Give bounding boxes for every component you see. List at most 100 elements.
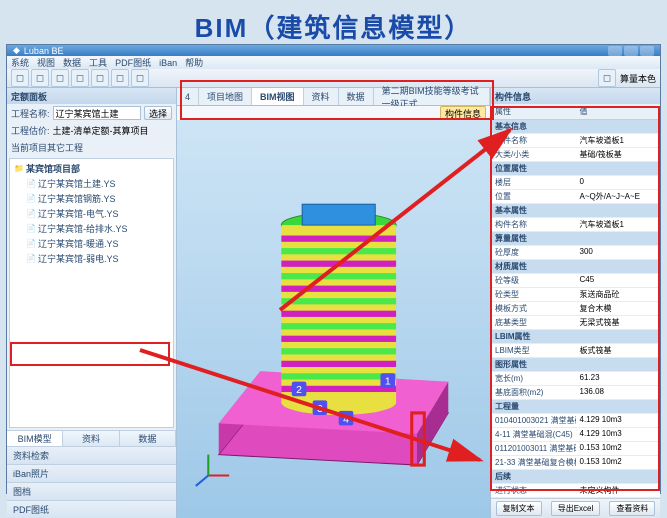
property-row[interactable]: 宽长(m)61.23: [491, 372, 660, 386]
property-row[interactable]: 基底面积(m2)136.08: [491, 386, 660, 400]
property-value: [576, 400, 661, 413]
property-row[interactable]: 底基类型无梁式筏基: [491, 316, 660, 330]
menu-item[interactable]: PDF图纸: [115, 56, 151, 69]
toolbar-button[interactable]: [11, 69, 29, 87]
property-row[interactable]: 工程量: [491, 400, 660, 414]
property-value: 汽车坡道板1: [576, 134, 661, 147]
property-value: 61.23: [576, 372, 661, 385]
property-key: 工程量: [491, 400, 576, 413]
property-row[interactable]: 砼等级C45: [491, 274, 660, 288]
property-row[interactable]: 21-33 满堂基础复合模板木支撑0.153 10m2: [491, 456, 660, 470]
toolbar-label: 算量本色: [620, 72, 656, 85]
quota-label: 工程估价:: [11, 124, 50, 137]
property-row[interactable]: 4-11 满堂基础混(C45)4.129 10m3: [491, 428, 660, 442]
menu-item[interactable]: 视图: [37, 56, 55, 69]
copy-text-button[interactable]: 复制文本: [496, 501, 542, 516]
tree-item[interactable]: 辽宁某宾馆钢筋.YS: [12, 191, 171, 206]
tab-material[interactable]: 资料: [63, 431, 119, 446]
3d-viewport[interactable]: 2 3 4 1: [177, 120, 490, 518]
toolbar-button[interactable]: [51, 69, 69, 87]
minimize-button[interactable]: [608, 46, 622, 56]
window-title: Luban BE: [24, 46, 64, 56]
property-row[interactable]: 算量属性: [491, 232, 660, 246]
menu-item[interactable]: 帮助: [185, 56, 203, 69]
close-button[interactable]: [640, 46, 654, 56]
view-tab[interactable]: 资料: [304, 88, 339, 105]
tab-data[interactable]: 数据: [120, 431, 176, 446]
property-row[interactable]: 011201003011 满堂基础复合模0.153 10m2: [491, 442, 660, 456]
tree-item[interactable]: 辽宁某宾馆-弱电.YS: [12, 251, 171, 266]
menu-item[interactable]: 系统: [11, 56, 29, 69]
property-row[interactable]: 大类/小类基础/筏板基: [491, 148, 660, 162]
tree-root[interactable]: 某宾馆项目部: [12, 161, 171, 176]
property-row[interactable]: 砼厚度300: [491, 246, 660, 260]
property-row[interactable]: LBIM类型板式筏基: [491, 344, 660, 358]
tree-item[interactable]: 辽宁某宾馆土建.YS: [12, 176, 171, 191]
tab-prefix[interactable]: 4: [177, 88, 199, 105]
property-row[interactable]: 基本属性: [491, 204, 660, 218]
view-material-button[interactable]: 查看资料: [609, 501, 655, 516]
svg-text:2: 2: [296, 385, 302, 396]
tree-item[interactable]: 辽宁某宾馆-给排水.YS: [12, 221, 171, 236]
property-key: 011201003011 满堂基础复合模: [491, 442, 576, 455]
property-row[interactable]: 构件名称汽车坡道板1: [491, 218, 660, 232]
property-row[interactable]: 楼层0: [491, 176, 660, 190]
side-section[interactable]: 图档: [7, 482, 176, 500]
color-button[interactable]: [598, 69, 616, 87]
property-row[interactable]: 位置A~Q外/A~J~A~E: [491, 190, 660, 204]
side-section[interactable]: iBan照片: [7, 464, 176, 482]
expand-label[interactable]: 当前项目其它工程: [7, 139, 176, 156]
menubar: 系统 视图 数据 工具 PDF图纸 iBan 帮助: [7, 56, 660, 69]
project-tree[interactable]: 某宾馆项目部 辽宁某宾馆土建.YS 辽宁某宾馆钢筋.YS 辽宁某宾馆-电气.YS…: [9, 158, 174, 428]
property-value: C45: [576, 274, 661, 287]
property-row[interactable]: 位置属性: [491, 162, 660, 176]
side-section[interactable]: 资料检索: [7, 446, 176, 464]
side-section[interactable]: PDF图纸: [7, 500, 176, 518]
left-bottom-tabs: BIM模型 资料 数据: [7, 430, 176, 446]
property-key: 位置属性: [491, 162, 576, 175]
property-key: 模板方式: [491, 302, 576, 315]
view-tab[interactable]: 数据: [339, 88, 374, 105]
toolbar-button[interactable]: [131, 69, 149, 87]
property-row[interactable]: 砼类型泵送商品砼: [491, 288, 660, 302]
property-key: 砼类型: [491, 288, 576, 301]
toolbar-button[interactable]: [111, 69, 129, 87]
property-row[interactable]: 010401003021 满堂基础底砼4.129 10m3: [491, 414, 660, 428]
toolbar-button[interactable]: [91, 69, 109, 87]
tree-item[interactable]: 辽宁某宾馆-电气.YS: [12, 206, 171, 221]
view-tab[interactable]: 项目地图: [199, 88, 252, 105]
property-row[interactable]: 基本信息: [491, 120, 660, 134]
tree-item[interactable]: 辽宁某宾馆-暖通.YS: [12, 236, 171, 251]
select-button[interactable]: 选择: [144, 106, 172, 120]
component-info-badge[interactable]: 构件信息: [440, 106, 486, 121]
property-row[interactable]: LBIM属性: [491, 330, 660, 344]
view-tab-bim[interactable]: BIM视图: [252, 88, 304, 105]
toolbar-button[interactable]: [71, 69, 89, 87]
project-name-input[interactable]: [53, 106, 141, 120]
property-key: 材质属性: [491, 260, 576, 273]
property-grid[interactable]: 属性 值 基本信息构件名称汽车坡道板1大类/小类基础/筏板基位置属性楼层0位置A…: [491, 104, 660, 498]
property-value: 汽车坡道板1: [576, 218, 661, 231]
export-excel-button[interactable]: 导出Excel: [551, 501, 601, 516]
toolbar-button[interactable]: [31, 69, 49, 87]
tab-bim-model[interactable]: BIM模型: [7, 431, 63, 446]
property-row[interactable]: 材质属性: [491, 260, 660, 274]
view-tab[interactable]: 第二期BIM技能等级考试一级正式...: [374, 88, 490, 105]
menu-item[interactable]: 数据: [63, 56, 81, 69]
property-key: 基本信息: [491, 120, 576, 133]
property-key: 大类/小类: [491, 148, 576, 161]
project-label: 工程名称:: [11, 107, 50, 120]
property-row[interactable]: 图形属性: [491, 358, 660, 372]
property-key: 构件名称: [491, 134, 576, 147]
property-row[interactable]: 构件名称汽车坡道板1: [491, 134, 660, 148]
property-value: 基础/筏板基: [576, 148, 661, 161]
titlebar[interactable]: ◆ Luban BE: [7, 45, 660, 56]
property-row[interactable]: 模板方式复合木模: [491, 302, 660, 316]
property-row[interactable]: 进行状态未定义构件: [491, 484, 660, 498]
property-row[interactable]: 后续: [491, 470, 660, 484]
svg-text:1: 1: [385, 377, 391, 388]
menu-item[interactable]: iBan: [159, 58, 177, 68]
maximize-button[interactable]: [624, 46, 638, 56]
property-value: [576, 204, 661, 217]
menu-item[interactable]: 工具: [89, 56, 107, 69]
